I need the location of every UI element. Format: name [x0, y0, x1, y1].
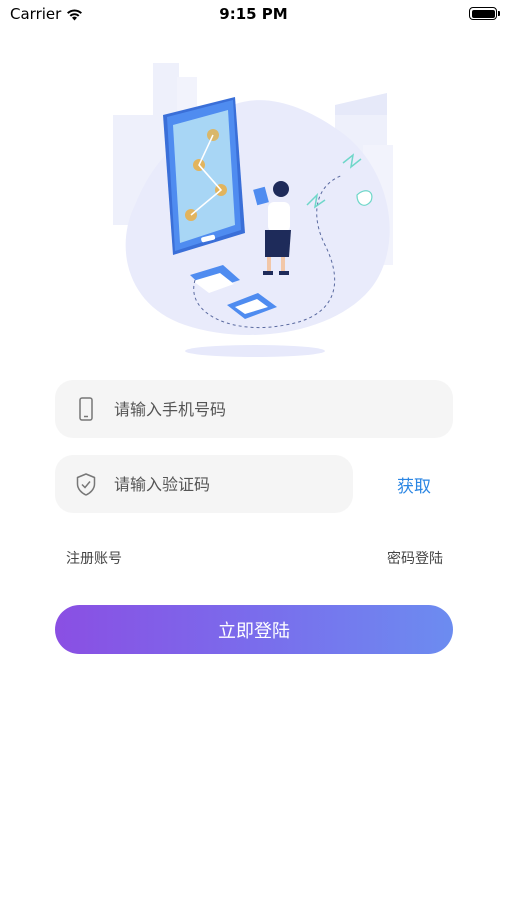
get-code-button[interactable]: 获取: [385, 472, 443, 497]
code-input-row: [55, 455, 353, 513]
status-bar: Carrier 9:15 PM: [0, 0, 507, 28]
register-link[interactable]: 注册账号: [66, 548, 122, 568]
battery-icon: [469, 7, 500, 20]
password-login-link[interactable]: 密码登陆: [387, 548, 443, 568]
smartphone-icon: [75, 397, 97, 421]
login-illustration: [113, 63, 393, 357]
phone-input[interactable]: [114, 399, 374, 419]
phone-input-row: [55, 380, 453, 438]
status-time: 9:15 PM: [219, 5, 288, 23]
verification-code-input[interactable]: [114, 474, 314, 494]
login-button[interactable]: 立即登陆: [55, 605, 453, 654]
shield-check-icon: [75, 472, 97, 496]
